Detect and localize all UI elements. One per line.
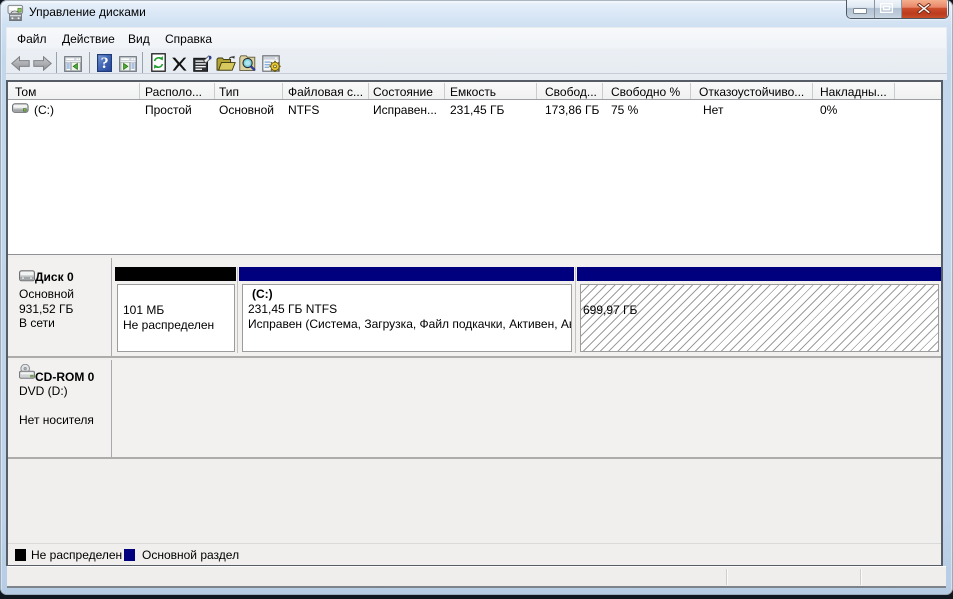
svg-text:?: ?: [101, 55, 109, 72]
